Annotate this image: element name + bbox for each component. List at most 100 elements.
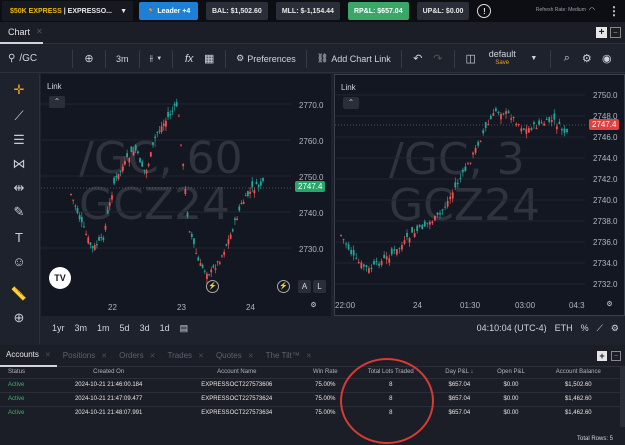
col-win-rate[interactable]: Win Rate	[302, 367, 349, 378]
minimize-icon[interactable]: –	[610, 27, 621, 38]
range-1d[interactable]: 1d	[155, 323, 175, 333]
tab-chart[interactable]: Chart ✕	[0, 22, 43, 44]
close-icon[interactable]: ✕	[45, 351, 51, 359]
axis-settings-icon[interactable]: ⚙	[603, 299, 616, 312]
close-icon[interactable]: ✕	[150, 352, 156, 360]
col-status[interactable]: Status	[0, 367, 47, 378]
add-tab-icon[interactable]: +	[596, 27, 607, 38]
tab-accounts[interactable]: Accounts ✕	[0, 345, 57, 367]
zoom-in-icon[interactable]: ⊕	[9, 308, 29, 328]
candle-body	[484, 122, 487, 128]
goto-date-icon[interactable]: ▤	[175, 323, 194, 334]
tab-the-tilt[interactable]: The Tilt™ ✕	[260, 345, 318, 367]
text-icon[interactable]: T	[9, 228, 29, 248]
tradingview-logo[interactable]: TV	[49, 267, 71, 289]
chart-pane-3m[interactable]: /GC, 3 GCZ24 Link ⌃ 2750.0 2748.0 2746.0…	[334, 74, 625, 316]
layout-selector[interactable]: default Save	[481, 49, 524, 68]
percent-toggle[interactable]: %	[581, 323, 589, 333]
scrollbar[interactable]	[620, 367, 625, 427]
alert-icon[interactable]: !	[477, 4, 492, 18]
interval-selector[interactable]: 3m	[112, 54, 133, 64]
candle-body	[522, 128, 525, 130]
close-icon[interactable]: ✕	[248, 352, 254, 360]
trendline-icon[interactable]: ⟋	[597, 323, 603, 334]
tab-positions[interactable]: Positions ✕	[57, 345, 113, 367]
crosshair-icon[interactable]: ✛	[9, 80, 29, 100]
minimize-icon[interactable]: –	[611, 351, 621, 361]
pattern-icon[interactable]: ⋈	[9, 154, 29, 174]
axis-settings-icon[interactable]: ⚙	[307, 300, 320, 313]
candle-body	[340, 234, 342, 236]
ruler-icon[interactable]: 📏	[9, 284, 29, 304]
close-icon[interactable]: ✕	[198, 352, 204, 360]
account-selector[interactable]: $50K EXPRESS | EXPRESSO... ▼	[2, 1, 133, 21]
layout-split-icon[interactable]: ◫	[461, 52, 481, 65]
brush-icon[interactable]: ✎	[9, 202, 29, 222]
candles-chart-60m[interactable]	[41, 74, 331, 316]
range-3m[interactable]: 3m	[70, 323, 93, 333]
settings-icon[interactable]: ⚙	[611, 323, 619, 334]
more-menu-icon[interactable]: ⋮	[608, 4, 620, 18]
table-row[interactable]: Active 2024-10-21 21:47:09.477 EXPRESSOCT2…	[0, 391, 620, 406]
candle-body	[108, 202, 111, 206]
candle-body	[426, 222, 429, 224]
quick-search-icon[interactable]: ⌕	[557, 52, 577, 65]
emoji-icon[interactable]: ☺	[9, 252, 29, 272]
fib-icon[interactable]: ☰	[9, 130, 29, 150]
measure-icon[interactable]: ⇹	[9, 178, 29, 198]
candle-body	[195, 252, 198, 254]
tab-orders[interactable]: Orders ✕	[113, 345, 161, 367]
candles-chart-3m[interactable]	[335, 75, 625, 316]
candle-body	[182, 164, 185, 167]
collapse-legend-button[interactable]: ⌃	[49, 96, 65, 108]
col-open-pnl[interactable]: Open P&L	[485, 367, 537, 378]
add-tab-icon[interactable]: +	[597, 351, 607, 361]
leader-button[interactable]: 🏃 Leader +4	[139, 2, 198, 20]
candle-body	[78, 215, 81, 220]
indicators-icon[interactable]: fx	[179, 53, 199, 65]
redo-icon[interactable]: ↷	[428, 52, 448, 65]
time-label: 22:00	[335, 301, 356, 310]
replay-icon[interactable]: ⚡	[277, 280, 290, 293]
col-account-name[interactable]: Account Name	[171, 367, 303, 378]
chart-type-button[interactable]: ⫳ ▼	[146, 53, 167, 64]
chart-pane-60m[interactable]: /GC, 60 GCZ24 Link ⌃ 2770.0 2760.0 2750.…	[41, 74, 331, 316]
preferences-button[interactable]: ⚙ Preferences	[232, 53, 300, 64]
session-toggle[interactable]: ETH	[555, 323, 573, 333]
add-chart-link-button[interactable]: ⛓ Add Chart Link	[313, 53, 395, 64]
range-5d[interactable]: 5d	[115, 323, 135, 333]
log-scale-button[interactable]: L	[313, 280, 326, 293]
chevron-down-icon[interactable]: ▼	[524, 55, 544, 62]
close-icon[interactable]: ✕	[306, 352, 312, 360]
add-symbol-icon[interactable]: ⊕	[79, 52, 99, 65]
snapshot-icon[interactable]: ◉	[597, 52, 617, 65]
replay-icon[interactable]: ⚡	[206, 280, 219, 293]
close-icon[interactable]: ✕	[101, 352, 107, 360]
col-account-balance[interactable]: Account Balance	[536, 367, 620, 378]
range-1yr[interactable]: 1yr	[47, 323, 70, 333]
table-row[interactable]: Active 2024-10-21 21:48:07.991 EXPRESSOCT2…	[0, 405, 620, 420]
time-label: 22	[108, 303, 117, 312]
auto-scale-button[interactable]: A	[298, 280, 311, 293]
col-day-pnl[interactable]: Day P&L ↓	[433, 367, 486, 378]
close-icon[interactable]: ✕	[36, 27, 43, 36]
candle-body	[210, 269, 213, 273]
range-1m[interactable]: 1m	[92, 323, 115, 333]
undo-icon[interactable]: ↶	[408, 52, 428, 65]
tab-trades[interactable]: Trades ✕	[161, 345, 209, 367]
candle-body	[240, 203, 243, 205]
candle-body	[74, 205, 77, 207]
candle-body	[212, 265, 215, 268]
range-3d[interactable]: 3d	[135, 323, 155, 333]
clock[interactable]: 04:10:04 (UTC-4)	[477, 323, 547, 333]
templates-icon[interactable]: ▦	[199, 52, 219, 65]
col-total-lots[interactable]: Total Lots Traded	[348, 367, 434, 378]
col-created-on[interactable]: Created On	[46, 367, 172, 378]
trendline-icon[interactable]: ⟋	[9, 106, 29, 126]
symbol-search[interactable]: ⚲ /GC	[0, 53, 66, 64]
settings-icon[interactable]: ⚙	[577, 52, 597, 65]
table-row[interactable]: Active 2024-10-21 21:46:00.184 EXPRESSOCT2…	[0, 377, 620, 392]
candle-body	[525, 128, 528, 134]
tab-quotes[interactable]: Quotes ✕	[210, 345, 260, 367]
collapse-legend-button[interactable]: ⌃	[343, 97, 359, 109]
